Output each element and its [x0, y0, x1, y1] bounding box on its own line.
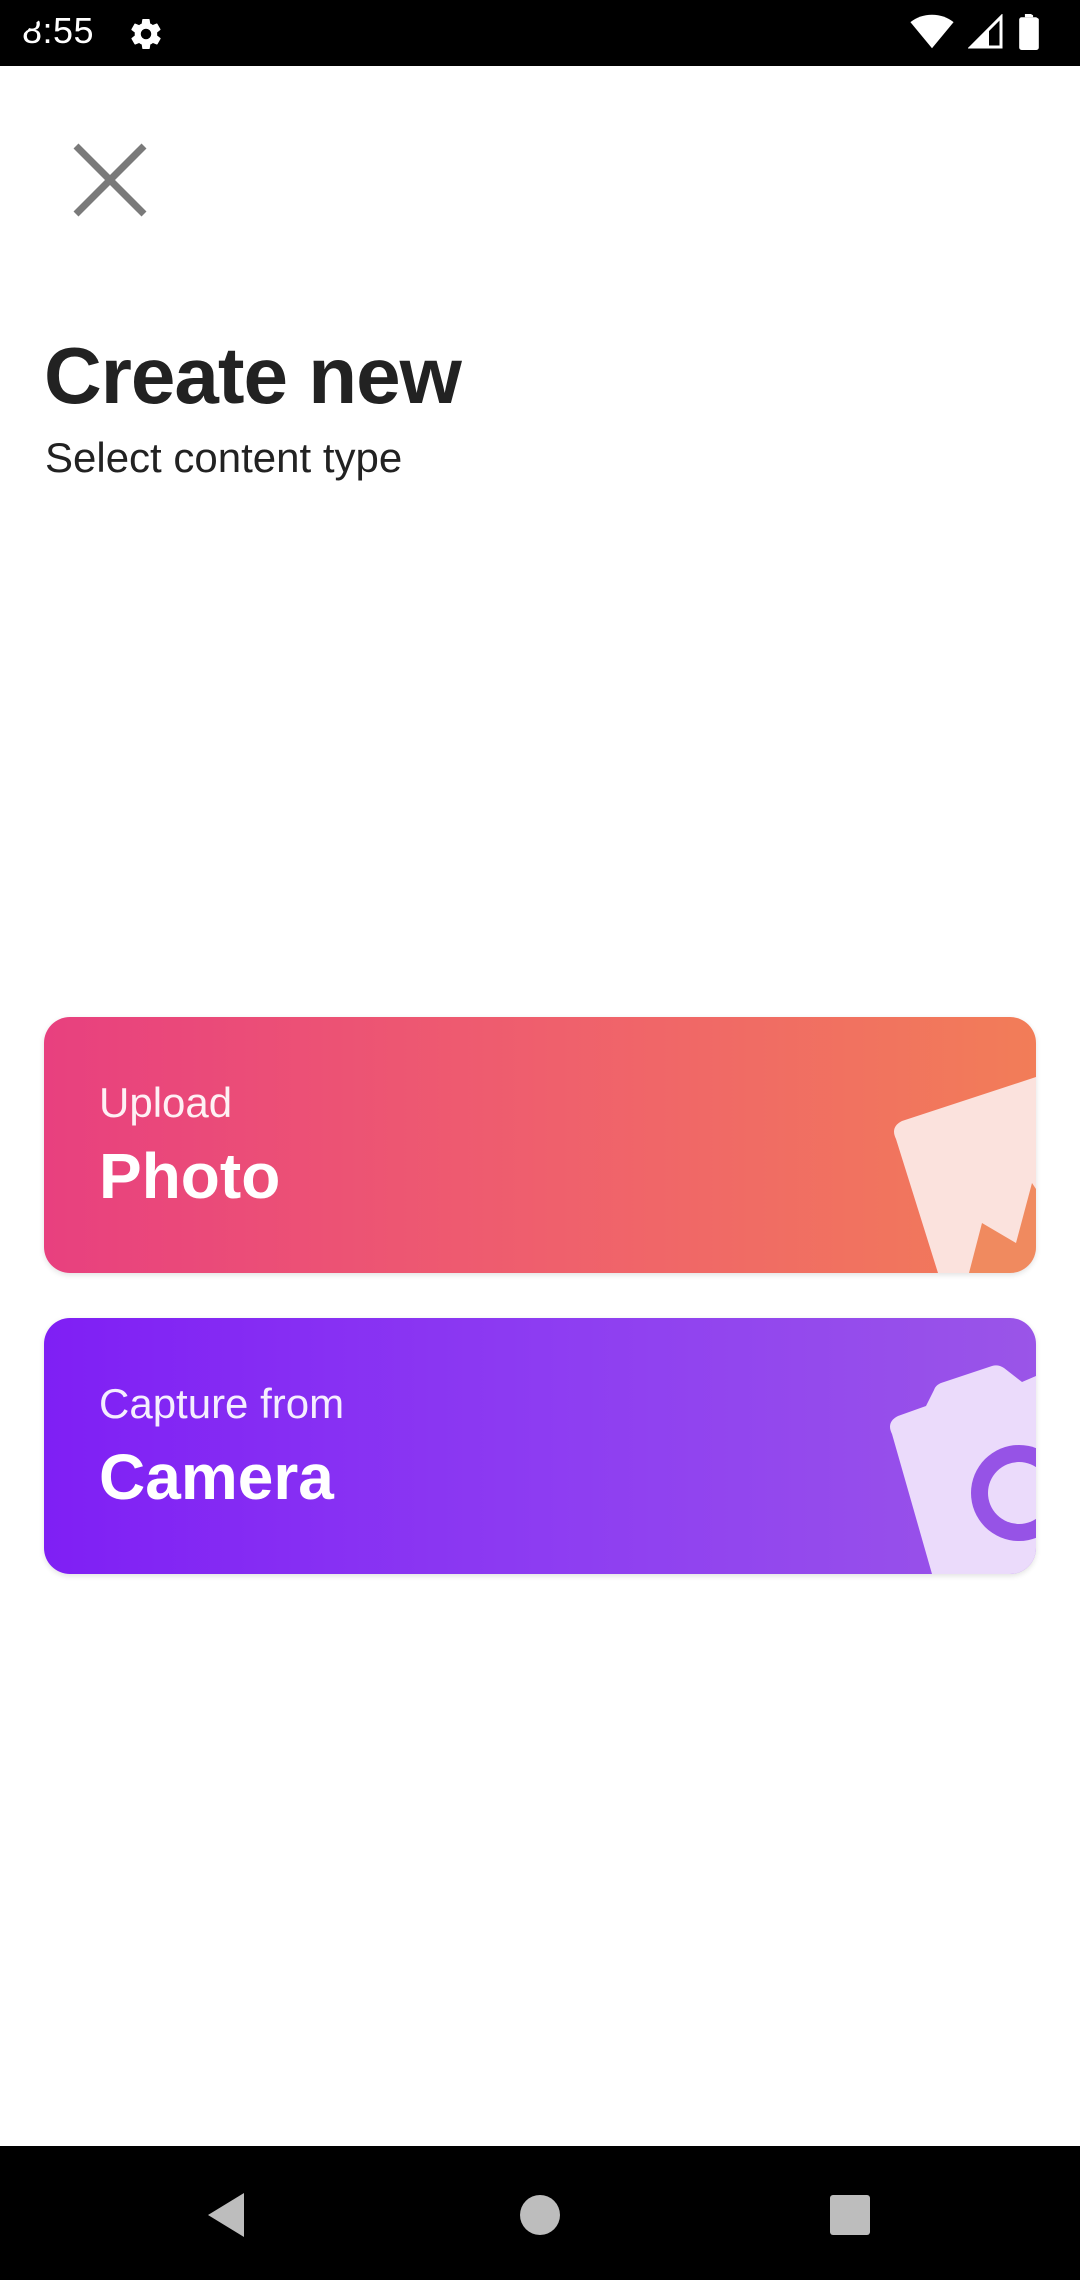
upload-photo-big-label: Photo: [99, 1140, 281, 1212]
close-button[interactable]: [60, 130, 160, 230]
screen-corners-bottom-inner: [0, 2100, 1080, 2146]
back-icon: [208, 2193, 244, 2237]
camera-icon: [890, 1365, 1036, 1574]
photo-icon: [894, 1077, 1036, 1273]
recents-icon: [830, 2195, 870, 2235]
close-icon: [73, 143, 147, 217]
recents-button[interactable]: [815, 2180, 885, 2250]
capture-camera-small-label: Capture from: [99, 1380, 345, 1427]
screen-corners-top: [0, 0, 1080, 66]
capture-camera-big-label: Camera: [99, 1441, 334, 1513]
page-title: Create new: [44, 331, 462, 420]
upload-photo-card[interactable]: Upload Photo: [44, 1017, 1036, 1273]
page-subtitle: Select content type: [45, 434, 403, 481]
home-button[interactable]: [505, 2180, 575, 2250]
back-button[interactable]: [191, 2180, 261, 2250]
upload-photo-small-label: Upload: [99, 1079, 233, 1126]
home-icon: [520, 2195, 560, 2235]
capture-camera-card[interactable]: Capture from Camera: [44, 1318, 1036, 1574]
screen: 8:55 Create new Select content type Uplo…: [0, 0, 1080, 2280]
